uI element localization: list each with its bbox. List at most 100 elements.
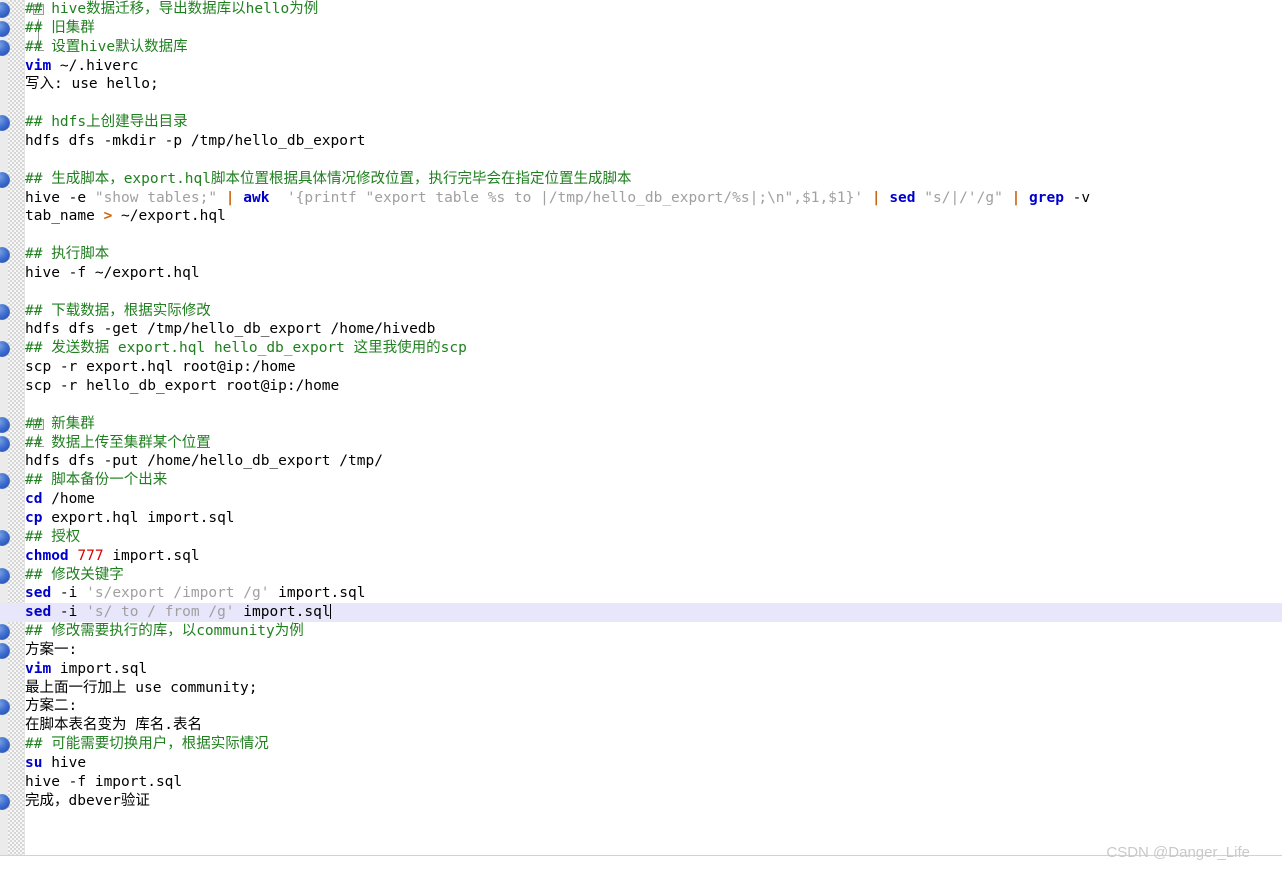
- code-token-plain: ~/export.hql: [112, 208, 226, 225]
- code-line[interactable]: [0, 283, 1282, 302]
- code-line-text: ## hdfs上创建导出目录: [0, 113, 188, 132]
- code-token-op: |: [1011, 189, 1021, 206]
- code-editor[interactable]: ## hive数据迁移，导出数据库以hello为例 ## 旧集群 ## 设置hive…: [0, 0, 1282, 855]
- code-line-text: vim import.sql: [0, 660, 147, 679]
- code-line[interactable]: sed -i 's/ to / from /g' import.sql: [0, 603, 1282, 623]
- code-line[interactable]: hdfs dfs -get /tmp/hello_db_export /home…: [0, 320, 1282, 339]
- code-token-str: "s/|/'/g": [924, 189, 1003, 206]
- code-line-text: ## 脚本备份一个出来: [0, 471, 167, 490]
- code-line[interactable]: hive -e "show tables;" | awk '{printf "e…: [0, 189, 1282, 208]
- code-token-plain: -v: [1063, 189, 1091, 206]
- code-token-cm: ## 授权: [25, 528, 81, 545]
- code-line[interactable]: tab_name > ~/export.hql: [0, 207, 1282, 226]
- code-line[interactable]: su hive: [0, 754, 1282, 773]
- code-line[interactable]: ## 新集群: [0, 415, 1282, 434]
- code-line[interactable]: ## 发送数据 export.hql hello_db_export 这里我使用…: [0, 339, 1282, 358]
- text-cursor: [329, 604, 331, 620]
- code-token-plain: import.sql: [51, 660, 148, 677]
- code-token-cm: ## 生成脚本，export.hql脚本位置根据具体情况修改位置，执行完毕会在指…: [25, 170, 632, 187]
- code-line[interactable]: ## 旧集群: [0, 19, 1282, 38]
- code-line[interactable]: cd /home: [0, 490, 1282, 509]
- code-token-kw: vim: [25, 57, 52, 74]
- code-token-str: "show tables;": [94, 189, 218, 206]
- code-token-cm: ## 修改需要执行的库，以community为例: [25, 623, 304, 640]
- code-token-str: '{printf "export table %s to |/tmp/hello…: [286, 189, 864, 206]
- code-line[interactable]: scp -r export.hql root@ip:/home: [0, 358, 1282, 377]
- code-line-text: ## hive数据迁移，导出数据库以hello为例: [0, 0, 318, 19]
- code-line[interactable]: ## hdfs上创建导出目录: [0, 113, 1282, 132]
- code-line[interactable]: hive -f import.sql: [0, 773, 1282, 792]
- code-token-plain: hdfs dfs -get /tmp/hello_db_export /home…: [25, 321, 436, 338]
- code-token-plain: export.hql import.sql: [42, 509, 235, 526]
- code-line[interactable]: ## 设置hive默认数据库: [0, 38, 1282, 57]
- code-token-cm: ## 脚本备份一个出来: [25, 472, 168, 489]
- code-line[interactable]: ## 脚本备份一个出来: [0, 471, 1282, 490]
- code-token-plain: hive: [42, 755, 87, 771]
- code-token-cm: ## 可能需要切换用户，根据实际情况: [25, 736, 269, 753]
- code-line-text: ## 授权: [0, 528, 80, 547]
- code-line[interactable]: vim import.sql: [0, 660, 1282, 679]
- code-line[interactable]: 方案一:: [0, 641, 1282, 660]
- code-line-text: 方案一:: [0, 641, 77, 660]
- code-line[interactable]: [0, 151, 1282, 170]
- code-line-text: ## 下载数据，根据实际修改: [0, 302, 211, 321]
- code-line[interactable]: hdfs dfs -mkdir -p /tmp/hello_db_export: [0, 132, 1282, 151]
- code-line[interactable]: 在脚本表名变为 库名.表名: [0, 716, 1282, 735]
- code-line[interactable]: 写入: use hello;: [0, 75, 1282, 94]
- code-token-plain: 写入: use hello;: [25, 76, 159, 93]
- code-token-plain: hive -f import.sql: [25, 773, 183, 790]
- code-token-cm: ## 数据上传至集群某个位置: [25, 434, 211, 451]
- code-token-cm: ## 设置hive默认数据库: [25, 38, 188, 55]
- code-line[interactable]: ## 生成脚本，export.hql脚本位置根据具体情况修改位置，执行完毕会在指…: [0, 170, 1282, 189]
- code-token-plain: 完成，dbever验证: [25, 792, 150, 809]
- code-line[interactable]: ## hive数据迁移，导出数据库以hello为例: [0, 0, 1282, 19]
- code-line[interactable]: 完成，dbever验证: [0, 792, 1282, 811]
- code-line[interactable]: ## 修改关键字: [0, 566, 1282, 585]
- code-line-text: 在脚本表名变为 库名.表名: [0, 716, 202, 735]
- code-token-kw: cd: [25, 491, 43, 508]
- code-token-cm: ## 新集群: [25, 415, 95, 432]
- code-line[interactable]: ## 下载数据，根据实际修改: [0, 302, 1282, 321]
- code-line[interactable]: vim ~/.hiverc: [0, 57, 1282, 76]
- code-line[interactable]: ## 执行脚本: [0, 245, 1282, 264]
- code-line[interactable]: [0, 396, 1282, 415]
- code-line-text: scp -r export.hql root@ip:/home: [0, 358, 296, 377]
- code-line[interactable]: sed -i 's/export /import /g' import.sql: [0, 584, 1282, 603]
- editor-bottom-border: [0, 855, 1282, 856]
- code-line[interactable]: 方案二:: [0, 697, 1282, 716]
- code-line[interactable]: ## 修改需要执行的库，以community为例: [0, 622, 1282, 641]
- code-line[interactable]: cp export.hql import.sql: [0, 509, 1282, 528]
- code-line[interactable]: 最上面一行加上 use community;: [0, 679, 1282, 698]
- code-token-cm: ## hdfs上创建导出目录: [25, 114, 188, 131]
- code-token-kw: awk: [243, 189, 270, 206]
- code-token-kw: sed: [25, 604, 52, 621]
- code-token-op: |: [225, 189, 235, 206]
- code-line-text: su hive: [0, 754, 86, 773]
- code-line-text: vim ~/.hiverc: [0, 57, 139, 76]
- code-line-text: ## 修改关键字: [0, 566, 124, 585]
- code-token-cm: ## 修改关键字: [25, 566, 124, 583]
- code-line[interactable]: [0, 94, 1282, 113]
- code-line[interactable]: chmod 777 import.sql: [0, 547, 1282, 566]
- code-line[interactable]: ## 可能需要切换用户，根据实际情况: [0, 735, 1282, 754]
- code-token-str: 's/ to / from /g': [86, 604, 235, 621]
- code-line-text: 最上面一行加上 use community;: [0, 679, 257, 698]
- code-line-text: ## 数据上传至集群某个位置: [0, 434, 211, 453]
- code-line[interactable]: scp -r hello_db_export root@ip:/home: [0, 377, 1282, 396]
- code-token-str: 's/export /import /g': [86, 585, 270, 602]
- code-line[interactable]: ## 授权: [0, 528, 1282, 547]
- code-token-kw: sed: [889, 189, 916, 206]
- code-token-cm: ## hive数据迁移，导出数据库以hello为例: [25, 1, 319, 17]
- code-token-plain: -i: [51, 604, 87, 621]
- code-token-cm: ## 执行脚本: [25, 246, 110, 263]
- code-line[interactable]: hive -f ~/export.hql: [0, 264, 1282, 283]
- csdn-watermark: CSDN @Danger_Life: [1106, 844, 1250, 861]
- code-line-text: sed -i 's/export /import /g' import.sql: [0, 584, 365, 603]
- code-line[interactable]: ## 数据上传至集群某个位置: [0, 434, 1282, 453]
- code-line-text: ## 可能需要切换用户，根据实际情况: [0, 735, 269, 754]
- code-line[interactable]: hdfs dfs -put /home/hello_db_export /tmp…: [0, 452, 1282, 471]
- code-line[interactable]: [0, 226, 1282, 245]
